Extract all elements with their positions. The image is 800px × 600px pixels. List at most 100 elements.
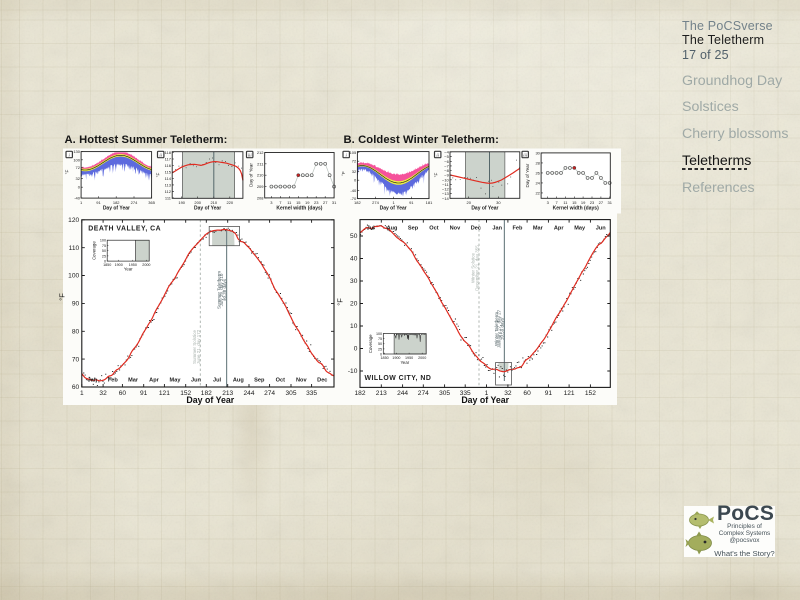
svg-text:Jun: Jun <box>191 378 202 384</box>
svg-text:15: 15 <box>296 200 301 205</box>
svg-text:WILLOW CITY, ND: WILLOW CITY, ND <box>365 375 432 382</box>
svg-text:91: 91 <box>140 390 148 397</box>
svg-text:181: 181 <box>426 200 433 205</box>
svg-text:Feb: Feb <box>108 378 119 384</box>
svg-text:24: 24 <box>535 180 540 185</box>
svg-text:212: 212 <box>257 150 264 155</box>
svg-text:274: 274 <box>264 390 275 397</box>
svg-text:50: 50 <box>350 233 358 240</box>
svg-text:244: 244 <box>243 390 254 397</box>
svg-text:335: 335 <box>306 390 317 397</box>
svg-text:305: 305 <box>285 390 296 397</box>
svg-text:Year: Year <box>124 266 133 271</box>
svg-text:Day of Year: Day of Year <box>249 163 254 187</box>
svg-text:70: 70 <box>72 356 80 363</box>
svg-text:32: 32 <box>76 176 81 181</box>
svg-text:Coverage: Coverage <box>92 241 97 260</box>
svg-text:Day of Year: Day of Year <box>194 205 221 211</box>
svg-text:190: 190 <box>178 200 185 205</box>
svg-text:−11: −11 <box>442 182 449 187</box>
svg-text:−5: −5 <box>444 154 449 159</box>
svg-text:75: 75 <box>102 244 106 248</box>
svg-text:Aug: Aug <box>387 226 398 232</box>
svg-text:120: 120 <box>68 217 79 224</box>
svg-text:91: 91 <box>96 200 101 205</box>
svg-text:−6: −6 <box>444 159 449 164</box>
svg-text:121: 121 <box>564 390 575 397</box>
svg-text:116: 116 <box>165 163 172 168</box>
svg-text:°F: °F <box>434 172 439 177</box>
svg-text:31: 31 <box>332 200 337 205</box>
svg-text:200: 200 <box>194 200 201 205</box>
svg-text:Oct: Oct <box>429 226 438 232</box>
svg-text:208: 208 <box>257 195 264 200</box>
svg-text:1950: 1950 <box>405 356 413 360</box>
svg-text:26: 26 <box>535 170 540 175</box>
svg-text:274: 274 <box>418 390 429 397</box>
svg-text:Sep: Sep <box>408 226 419 232</box>
svg-text:60: 60 <box>523 390 531 397</box>
svg-text:30: 30 <box>535 150 540 155</box>
svg-text:213: 213 <box>376 390 387 397</box>
svg-text:25: 25 <box>102 254 106 258</box>
svg-text:−10: −10 <box>442 177 450 182</box>
svg-text:Apr: Apr <box>149 378 159 384</box>
svg-text:100: 100 <box>100 239 106 243</box>
svg-text:Day of Year: Day of Year <box>471 206 498 212</box>
svg-text:June 21, day 172: June 21, day 172 <box>196 329 201 364</box>
svg-text:75: 75 <box>378 337 382 341</box>
svg-text:274: 274 <box>372 200 379 205</box>
svg-text:°F: °F <box>156 172 161 177</box>
svg-text:°F: °F <box>58 293 67 301</box>
svg-text:50: 50 <box>102 249 106 253</box>
svg-text:80: 80 <box>72 329 80 336</box>
svg-text:100: 100 <box>73 157 80 162</box>
svg-text:60: 60 <box>72 384 80 391</box>
svg-text:182: 182 <box>113 200 120 205</box>
svg-text:40: 40 <box>350 256 358 263</box>
svg-text:Kernel width (days): Kernel width (days) <box>553 206 599 212</box>
svg-text:210: 210 <box>257 173 264 178</box>
svg-text:−7: −7 <box>444 163 449 168</box>
svg-text:−13: −13 <box>442 191 450 196</box>
svg-text:30: 30 <box>350 278 358 285</box>
svg-text:2000: 2000 <box>418 356 426 360</box>
svg-text:274: 274 <box>131 200 138 205</box>
svg-text:22: 22 <box>535 190 540 195</box>
svg-text:15: 15 <box>572 200 577 205</box>
svg-text:−14: −14 <box>442 196 450 201</box>
svg-text:Aug: Aug <box>233 378 244 384</box>
svg-text:Apr: Apr <box>554 226 564 232</box>
svg-text:152: 152 <box>585 390 596 397</box>
svg-text:-40: -40 <box>350 188 357 193</box>
svg-text:211: 211 <box>257 161 264 166</box>
svg-text:Mar: Mar <box>128 378 139 384</box>
svg-text:130: 130 <box>73 149 80 154</box>
svg-text:Year: Year <box>400 360 409 365</box>
svg-text:Mar: Mar <box>533 226 544 232</box>
svg-text:112: 112 <box>165 189 172 194</box>
svg-text:113: 113 <box>165 182 172 187</box>
svg-text:32: 32 <box>352 169 357 174</box>
svg-text:Nov: Nov <box>296 378 307 384</box>
svg-text:−12: −12 <box>442 187 450 192</box>
svg-text:-70: -70 <box>350 196 357 201</box>
svg-text:−8: −8 <box>444 168 449 173</box>
svg-text:Dec: Dec <box>471 226 481 232</box>
svg-text:Dec: Dec <box>317 378 327 384</box>
svg-text:Kernel width (days): Kernel width (days) <box>276 205 322 211</box>
svg-text:100: 100 <box>376 332 382 336</box>
svg-text:19: 19 <box>581 200 586 205</box>
svg-text:72: 72 <box>76 165 81 170</box>
svg-text:32: 32 <box>99 390 107 397</box>
svg-text:1900: 1900 <box>392 356 400 360</box>
svg-text:Day of Year: Day of Year <box>186 395 234 405</box>
svg-text:Day of Year: Day of Year <box>380 206 407 212</box>
svg-text:Nov: Nov <box>450 226 461 232</box>
svg-text:50: 50 <box>378 342 382 346</box>
svg-text:19: 19 <box>305 200 310 205</box>
svg-text:115: 115 <box>165 170 172 175</box>
svg-text:20: 20 <box>466 200 471 205</box>
svg-text:111: 111 <box>165 195 172 200</box>
svg-text:365: 365 <box>148 200 155 205</box>
